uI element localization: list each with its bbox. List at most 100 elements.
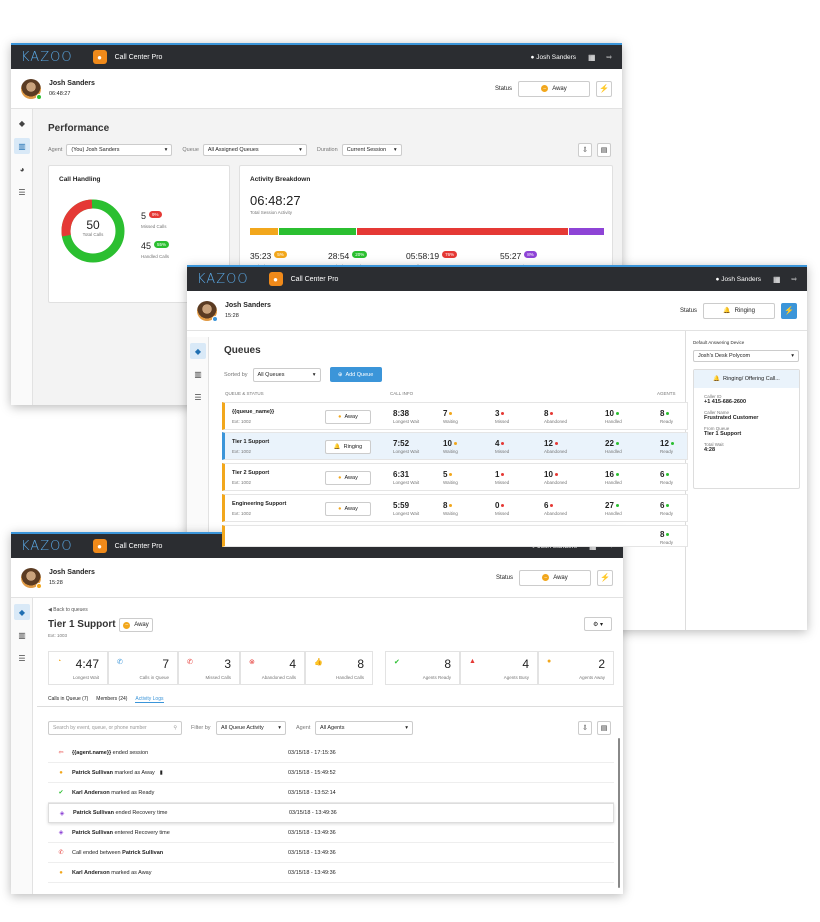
- queue-stat-value: 4: [495, 439, 500, 448]
- settings-button[interactable]: ⚙ ▾: [584, 617, 612, 631]
- filter-label: Filter by: [191, 725, 211, 731]
- user-menu[interactable]: ● Josh Sanders: [716, 276, 761, 283]
- log-row[interactable]: ◈ Patrick Sullivan entered Recovery time…: [48, 823, 614, 843]
- duration-select[interactable]: Current Session ▾: [341, 144, 402, 156]
- log-row[interactable]: ◈ Patrick Sullivan ended Recovery time 0…: [48, 803, 614, 823]
- queue-stat-label: Abandoned: [544, 511, 568, 516]
- list-icon[interactable]: ☰: [14, 650, 30, 666]
- log-row[interactable]: ● Patrick Sullivan marked as Away ▮ 03/1…: [48, 763, 614, 783]
- search-input[interactable]: Search by event, queue, or phone number ⚲: [48, 721, 182, 735]
- phone-incoming-icon: ✆: [117, 659, 123, 666]
- log-agent: Patrick Sullivan: [72, 829, 113, 836]
- queue-row[interactable]: {{queue_name}} Ext: 1002 ● Away 8:38 Longes…: [222, 402, 688, 430]
- sort-select[interactable]: All Queues ▾: [252, 367, 321, 382]
- status-value: Ringing: [734, 307, 755, 314]
- chart-icon[interactable]: ▥: [14, 627, 30, 643]
- queue-stat: 6 Ready: [660, 501, 673, 516]
- download-button[interactable]: ⇩: [578, 143, 592, 157]
- kpi-card: ✔ 8 Agents Ready: [385, 651, 460, 685]
- bolt-button[interactable]: ⚡: [596, 80, 612, 97]
- queue-stat: 5 Waiting: [443, 470, 458, 485]
- chart-icon[interactable]: ▥: [190, 366, 206, 382]
- queue-stat-value: 6:31: [393, 470, 410, 479]
- logout-icon: ⇦: [58, 750, 64, 756]
- logout-icon[interactable]: ⇨: [607, 53, 612, 61]
- bell-icon: 🔔: [333, 444, 341, 450]
- queue-row[interactable]: Engineering Support Ext: 1002 ● Away 5:59 L…: [222, 494, 688, 522]
- download-button[interactable]: ⇩: [578, 721, 592, 735]
- activity-value: 35:23: [250, 251, 272, 261]
- queue-state-button[interactable]: ● Away: [325, 410, 371, 424]
- log-time: 03/15/18 - 13:49:36: [288, 869, 336, 876]
- caller-field-value: +1 415-686-2600: [704, 399, 747, 405]
- status-dropdown[interactable]: 🔔 Ringing: [703, 302, 775, 319]
- bolt-button[interactable]: ⚡: [781, 302, 797, 319]
- status-dropdown[interactable]: – Away: [519, 569, 591, 586]
- queue-state: Away: [344, 475, 358, 481]
- log-row[interactable]: ● Karl Anderson marked as Away 03/15/18 …: [48, 863, 614, 883]
- queue-state-button[interactable]: ● Away: [325, 471, 371, 485]
- log-row[interactable]: ⇦ {{agent.name}} ended session 03/15/18 …: [48, 743, 614, 763]
- queue-row[interactable]: Tier 2 Support Ext: 1002 ● Away 6:31 Longes…: [222, 463, 688, 491]
- queue-stat-value: 1: [495, 470, 500, 479]
- device-select[interactable]: Josh's Desk Polycom ▾: [693, 350, 799, 362]
- queue-stat-value: 6: [660, 501, 665, 510]
- print-button[interactable]: ▤: [597, 721, 611, 735]
- away-icon: –: [542, 574, 550, 581]
- queue-stat-value: 27: [605, 501, 614, 510]
- log-text: marked as Ready: [109, 789, 155, 796]
- queue-stat-label: Ready: [660, 419, 674, 424]
- list-icon[interactable]: ☰: [190, 389, 206, 405]
- page-title: Queues: [224, 345, 261, 356]
- apps-grid-icon[interactable]: ▦: [588, 53, 596, 62]
- filter-select[interactable]: All Queue Activity ▾: [216, 721, 286, 735]
- list-icon[interactable]: ☰: [14, 184, 30, 200]
- queue-ext: Ext: 1002: [232, 449, 252, 454]
- print-button[interactable]: ▤: [597, 143, 611, 157]
- layers-icon[interactable]: ◆: [190, 343, 206, 359]
- queue-stat-value: 10: [443, 439, 452, 448]
- user-menu[interactable]: ● Josh Sanders: [531, 54, 576, 61]
- queue-stat: 8 Ready: [660, 409, 673, 424]
- bell-icon: 🔔: [713, 376, 721, 382]
- log-time: 03/15/18 - 13:49:36: [288, 829, 336, 836]
- log-text: ended Recovery time: [113, 810, 168, 816]
- bar-recovery: [568, 228, 604, 235]
- activity-title: Activity Breakdown: [250, 176, 311, 183]
- log-agent: Patrick Sullivan: [72, 769, 113, 776]
- bolt-button[interactable]: ⚡: [597, 569, 613, 586]
- chart-icon[interactable]: ▥: [14, 138, 30, 154]
- handled-pct: 55%: [154, 241, 170, 249]
- agent-select[interactable]: All Agents ▾: [315, 721, 413, 735]
- queue-select[interactable]: All Assigned Queues ▾: [202, 144, 307, 156]
- add-queue-button[interactable]: ⊕ Add Queue: [329, 367, 382, 382]
- tab-calls[interactable]: Calls in Queue (7): [48, 696, 88, 703]
- queue-row[interactable]: 8 Ready: [222, 525, 688, 547]
- log-row[interactable]: ✆ Call ended between Patrick Sullivan 03…: [48, 843, 614, 863]
- search-icon: ⚲: [173, 725, 177, 731]
- queue-state-button[interactable]: ● Away: [325, 502, 371, 516]
- log-row[interactable]: ✔ Karl Anderson marked as Ready 03/15/18…: [48, 783, 614, 803]
- scrollbar[interactable]: [618, 738, 620, 888]
- apps-grid-icon[interactable]: ▦: [773, 275, 781, 284]
- tab-activity-logs[interactable]: Activity Logs: [135, 696, 164, 703]
- ready-icon: ✔: [58, 790, 64, 796]
- queue-stat-label: Handled: [605, 480, 622, 485]
- back-link[interactable]: ◀ Back to queues: [48, 607, 88, 613]
- pie-icon[interactable]: ◕: [14, 161, 30, 177]
- log-agent: Karl Anderson: [72, 789, 110, 796]
- logout-icon[interactable]: ⇨: [792, 275, 797, 283]
- status-dropdown[interactable]: – Away: [518, 80, 590, 97]
- queue-row[interactable]: Tier 1 Support Ext: 1002 🔔 Ringing 7:52 Lon…: [222, 432, 688, 460]
- total-calls-value: 50: [86, 218, 100, 232]
- away-icon: –: [123, 621, 131, 629]
- queue-stat: 22 Handled: [605, 439, 622, 454]
- topbar-user-name: Josh Sanders: [536, 53, 576, 61]
- queue-state-button[interactable]: – Away: [119, 618, 153, 632]
- queue-state-button[interactable]: 🔔 Ringing: [325, 440, 371, 454]
- agent-select[interactable]: (You) Josh Sanders ▾: [66, 144, 173, 156]
- layers-icon[interactable]: ◆: [14, 115, 30, 131]
- layers-icon[interactable]: ◆: [14, 604, 30, 620]
- missed-pct: 9%: [149, 211, 162, 219]
- tab-members[interactable]: Members (24): [96, 696, 127, 703]
